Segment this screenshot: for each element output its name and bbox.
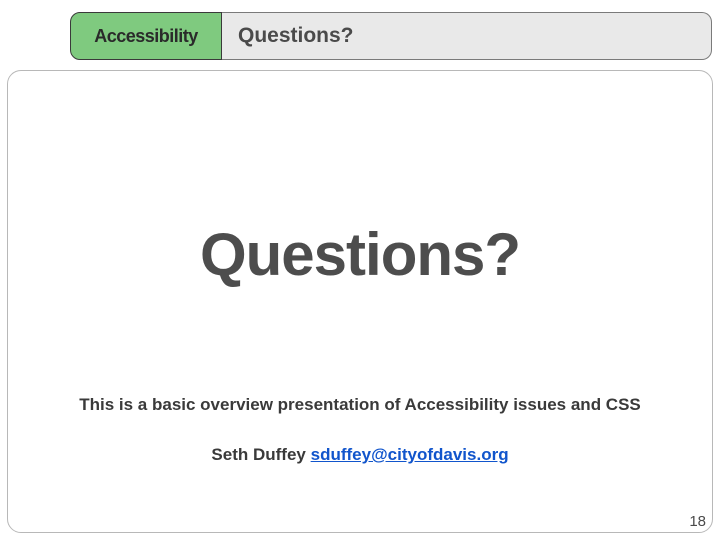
section-tab-label: Accessibility bbox=[94, 26, 198, 47]
author-line: Seth Duffey sduffey@cityofdavis.org bbox=[0, 445, 720, 465]
slide-title: Questions? bbox=[238, 24, 354, 48]
slide-header: Accessibility Questions? bbox=[70, 12, 712, 60]
slide-title-bar: Questions? bbox=[222, 12, 712, 60]
author-name: Seth Duffey bbox=[211, 445, 305, 464]
page-number: 18 bbox=[689, 513, 706, 530]
section-tab: Accessibility bbox=[70, 12, 222, 60]
main-heading: Questions? bbox=[0, 220, 720, 289]
author-email-link[interactable]: sduffey@cityofdavis.org bbox=[311, 445, 509, 464]
description-text: This is a basic overview presentation of… bbox=[40, 395, 680, 415]
